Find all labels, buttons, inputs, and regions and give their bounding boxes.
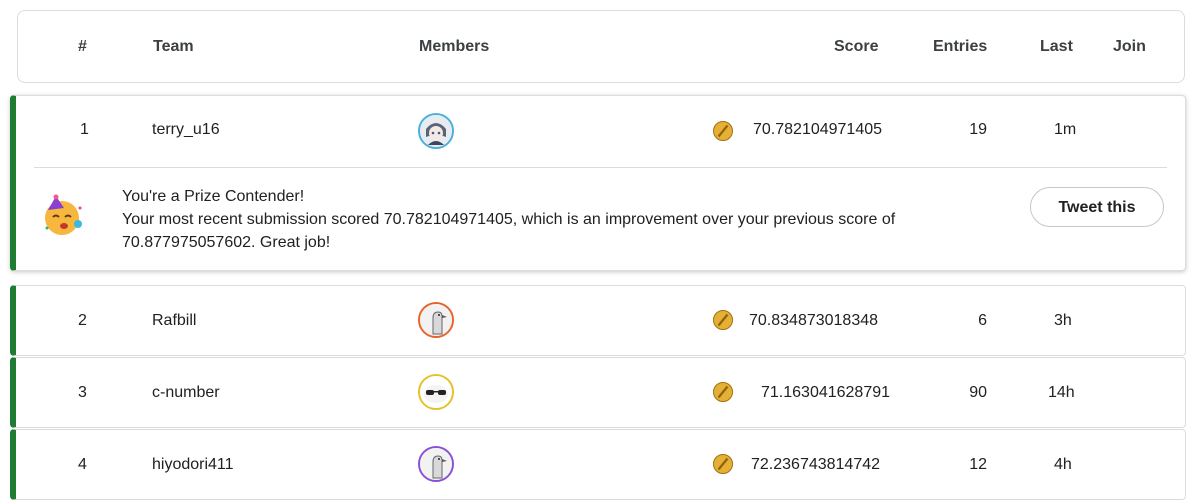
leaderboard-header: # Team Members Score Entries Last Join [17,10,1185,83]
entries-cell: 90 [969,384,987,401]
table-row[interactable]: 1 terry_u16 70.782104971405 19 1m You're… [10,95,1186,271]
goose-avatar-icon[interactable] [418,302,454,338]
entries-cell: 6 [978,312,987,329]
last-cell: 3h [1054,312,1072,329]
gold-medal-icon [713,121,733,141]
last-cell: 4h [1054,456,1072,473]
rank-cell: 4 [78,456,87,473]
last-cell: 1m [1054,121,1077,138]
header-rank: # [78,38,87,55]
goose-avatar-icon[interactable] [418,446,454,482]
table-row[interactable]: 2 Rafbill 70.834873018348 6 3h [10,285,1186,356]
header-last[interactable]: Last [1040,11,1073,82]
team-name-link[interactable]: Rafbill [152,312,196,330]
rank-cell: 3 [78,384,87,401]
team-name-link[interactable]: c-number [152,384,220,402]
team-name-link[interactable]: hiyodori411 [152,456,234,474]
anime-avatar-icon[interactable] [418,113,454,149]
score-cell: 70.834873018348 [749,312,879,329]
prize-message-line1: Your most recent submission scored 70.78… [122,211,896,228]
table-row[interactable]: 3 c-number 71.163041628791 90 14h [10,357,1186,428]
prize-contender-title: You're a Prize Contender! [122,188,305,205]
gold-medal-icon [713,310,733,330]
tweet-this-button[interactable]: Tweet this [1030,187,1164,227]
table-row[interactable]: 4 hiyodori411 72.236743814742 12 4h [10,429,1186,500]
sunglasses-avatar-icon[interactable] [418,374,454,410]
party-face-icon [45,194,82,235]
header-team[interactable]: Team [153,11,194,82]
row-divider [34,167,1167,168]
team-name-link[interactable]: terry_u16 [152,121,220,139]
header-members: Members [419,38,490,55]
rank-cell: 2 [78,312,87,329]
gold-medal-icon [713,382,733,402]
entries-cell: 12 [969,456,987,473]
header-join: Join [1113,38,1146,55]
prize-message-line2: 70.877975057602. Great job! [122,234,331,251]
gold-medal-icon [713,454,733,474]
entries-cell: 19 [969,121,987,138]
last-cell: 14h [1048,384,1075,401]
header-entries[interactable]: Entries [933,11,987,82]
rank-cell: 1 [80,121,89,138]
header-score[interactable]: Score [834,11,878,82]
score-cell: 70.782104971405 [753,121,883,138]
score-cell: 72.236743814742 [751,456,881,473]
score-cell: 71.163041628791 [761,384,891,401]
